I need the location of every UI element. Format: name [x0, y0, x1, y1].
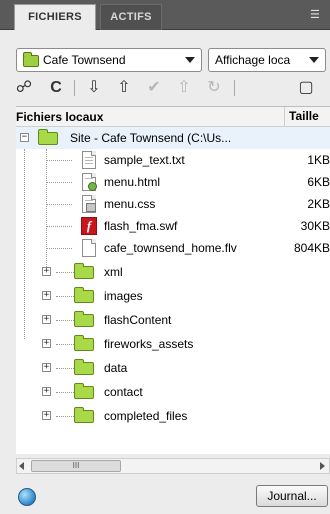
file-row[interactable]: menu.css 2KB	[16, 193, 330, 215]
chevron-down-icon	[309, 57, 319, 63]
folder-row[interactable]: + flashContent	[16, 309, 330, 331]
view-dropdown-value: Affichage loca	[215, 53, 291, 67]
folder-name: fireworks_assets	[104, 337, 194, 351]
folder-name: contact	[104, 385, 143, 399]
view-dropdown[interactable]: Affichage loca	[208, 48, 326, 72]
get-files-icon[interactable]: ⇩	[84, 78, 104, 98]
tab-fichiers[interactable]: FICHIERS	[14, 4, 96, 30]
refresh-icon[interactable]: C	[46, 78, 66, 98]
file-name: cafe_townsend_home.flv	[104, 241, 237, 255]
css-file-icon	[82, 195, 96, 213]
html-file-icon	[82, 173, 97, 191]
check-out-icon[interactable]: ✔	[144, 78, 164, 98]
file-row[interactable]: sample_text.txt 1KB	[16, 149, 330, 171]
tab-actifs[interactable]: ACTIFS	[100, 4, 162, 30]
chevron-down-icon	[185, 57, 195, 63]
status-bar: Journal...	[0, 480, 330, 514]
file-size: 2KB	[307, 197, 330, 211]
collapse-icon[interactable]: −	[20, 133, 29, 142]
expand-icon[interactable]: +	[42, 267, 51, 276]
file-row[interactable]: f flash_fma.swf 30KB	[16, 215, 330, 237]
folder-row[interactable]: + xml	[16, 261, 330, 283]
expand-icon[interactable]: +	[42, 339, 51, 348]
expand-icon[interactable]: +	[42, 315, 51, 324]
expand-icon[interactable]: +	[42, 291, 51, 300]
scroll-left-icon[interactable]	[19, 462, 24, 470]
folder-row[interactable]: + fireworks_assets	[16, 333, 330, 355]
folder-row[interactable]: + images	[16, 285, 330, 307]
file-size: 6KB	[307, 175, 330, 189]
folder-icon	[74, 359, 94, 375]
expand-panel-icon[interactable]: ▢	[296, 78, 316, 98]
folder-name: data	[104, 361, 128, 375]
folder-icon	[74, 383, 94, 399]
file-name: menu.html	[104, 175, 161, 189]
files-panel: Cafe Townsend Affichage loca ☍ C ⇩ ⇧ ✔ ⇧…	[0, 30, 330, 514]
scrollbar-thumb[interactable]: III	[31, 460, 121, 472]
flash-file-icon: f	[81, 217, 97, 235]
folder-name: images	[104, 289, 143, 303]
tree-root-row[interactable]: − Site - Cafe Townsend (C:\Us...	[16, 127, 330, 149]
folder-icon	[74, 311, 94, 327]
connect-icon[interactable]: ☍	[14, 78, 34, 98]
file-row[interactable]: menu.html 6KB	[16, 171, 330, 193]
folder-row[interactable]: + data	[16, 357, 330, 379]
scroll-right-icon[interactable]	[320, 462, 325, 470]
file-size: 30KB	[300, 219, 330, 233]
folder-icon	[74, 287, 94, 303]
folder-icon	[74, 407, 94, 423]
video-file-icon	[82, 239, 96, 257]
file-size: 1KB	[307, 153, 330, 167]
panel-options-icon[interactable]: ☰	[310, 9, 324, 21]
column-header-name[interactable]: Fichiers locaux	[16, 110, 103, 124]
put-files-icon[interactable]: ⇧	[114, 78, 134, 98]
folder-row[interactable]: + completed_files	[16, 405, 330, 427]
file-tree: Fichiers locaux Taille − Site - Cafe Tow…	[16, 106, 330, 454]
panel-tab-bar: FICHIERS ACTIFS ☰	[0, 0, 330, 30]
folder-icon	[74, 335, 94, 351]
check-in-icon[interactable]: ⇧	[174, 78, 194, 98]
file-name: flash_fma.swf	[104, 219, 178, 233]
folder-name: flashContent	[104, 313, 172, 327]
expand-icon[interactable]: +	[42, 387, 51, 396]
folder-icon	[38, 129, 58, 145]
site-dropdown-value: Cafe Townsend	[43, 53, 126, 67]
file-size: 804KB	[293, 241, 330, 255]
files-toolbar: ☍ C ⇩ ⇧ ✔ ⇧ ↻ ▢	[14, 78, 330, 100]
folder-name: xml	[104, 265, 123, 279]
site-dropdown[interactable]: Cafe Townsend	[16, 48, 202, 72]
folder-icon	[23, 52, 39, 67]
horizontal-scrollbar[interactable]: III	[16, 458, 330, 474]
file-row[interactable]: cafe_townsend_home.flv 804KB	[16, 237, 330, 259]
expand-icon[interactable]: +	[42, 411, 51, 420]
journal-button[interactable]: Journal...	[256, 485, 328, 507]
folder-row[interactable]: + contact	[16, 381, 330, 403]
file-name: sample_text.txt	[104, 153, 185, 167]
column-header-size[interactable]: Taille	[284, 107, 330, 127]
folder-name: completed_files	[104, 409, 188, 423]
file-list-header: Fichiers locaux Taille	[16, 107, 330, 127]
synchronize-icon[interactable]: ↻	[204, 78, 224, 98]
folder-icon	[74, 263, 94, 279]
tree-root-label: Site - Cafe Townsend (C:\Us...	[70, 131, 232, 145]
text-file-icon	[82, 151, 96, 169]
toolbar-separator	[234, 80, 235, 96]
file-name: menu.css	[104, 197, 156, 211]
globe-icon	[18, 488, 36, 506]
expand-icon[interactable]: +	[42, 363, 51, 372]
toolbar-separator	[74, 80, 75, 96]
